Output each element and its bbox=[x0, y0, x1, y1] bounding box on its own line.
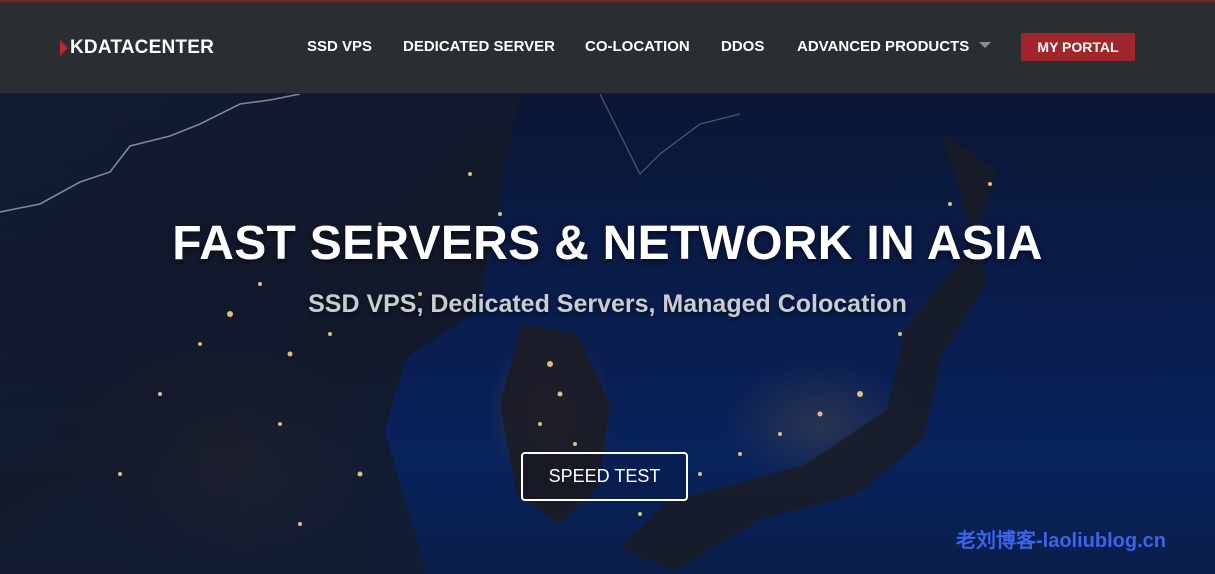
nav-item-ssd-vps[interactable]: SSD VPS bbox=[307, 38, 372, 55]
nav-item-dedicated-server[interactable]: DEDICATED SERVER bbox=[403, 38, 555, 55]
k-logo-mark-icon bbox=[60, 40, 69, 56]
my-portal-button[interactable]: MY PORTAL bbox=[1021, 33, 1135, 61]
watermark-text: 老刘博客-laoliublog.cn bbox=[956, 530, 1166, 552]
caret-down-icon bbox=[979, 42, 992, 49]
hero-subtitle: SSD VPS, Dedicated Servers, Managed Colo… bbox=[308, 290, 907, 318]
nav-item-co-location[interactable]: CO-LOCATION bbox=[585, 38, 690, 55]
nav-item-ddos[interactable]: DDOS bbox=[721, 38, 764, 55]
nav-item-advanced-products-label: ADVANCED PRODUCTS bbox=[797, 38, 970, 55]
top-navbar: KDATACENTER SSD VPS DEDICATED SERVER CO-… bbox=[0, 2, 1215, 94]
nav-item-advanced-products[interactable]: ADVANCED PRODUCTS bbox=[797, 38, 992, 55]
site-logo[interactable]: KDATACENTER bbox=[60, 37, 214, 58]
hero-banner: FAST SERVERS & NETWORK IN ASIA SSD VPS, … bbox=[0, 94, 1215, 574]
hero-title: FAST SERVERS & NETWORK IN ASIA bbox=[172, 217, 1043, 270]
speed-test-button[interactable]: SPEED TEST bbox=[521, 452, 688, 501]
logo-text: KDATACENTER bbox=[70, 37, 214, 58]
hero-city-lights bbox=[118, 172, 992, 526]
